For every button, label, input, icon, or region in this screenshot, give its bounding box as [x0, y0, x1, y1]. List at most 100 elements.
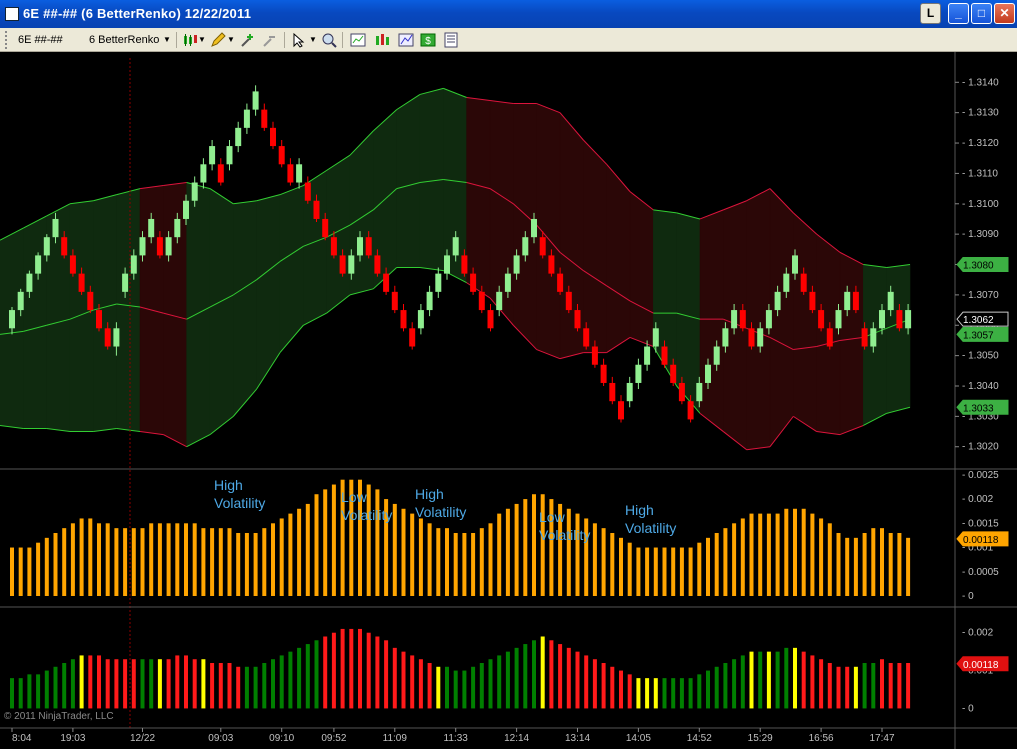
volatility-bar: [471, 533, 476, 596]
volatility-bar: [123, 528, 128, 596]
volatility-annotation: High: [625, 502, 654, 518]
candle-up: [26, 273, 33, 292]
candle-down: [287, 164, 294, 183]
dropdown-icon[interactable]: ▼: [309, 31, 317, 49]
oscillator-bar: [584, 655, 589, 709]
candle-up: [644, 346, 651, 365]
chart-properties-icon[interactable]: [350, 32, 366, 48]
dropdown-icon[interactable]: ▼: [198, 31, 206, 49]
volatility-bar: [775, 513, 780, 596]
volatility-annotation: Volatility: [341, 507, 392, 523]
oscillator-bar: [645, 678, 650, 709]
close-button[interactable]: ✕: [994, 3, 1015, 24]
dropdown-icon[interactable]: ▼: [163, 31, 171, 49]
oscillator-bar: [375, 636, 380, 709]
volatility-bar: [653, 547, 658, 596]
copyright-text: © 2011 NinjaTrader, LLC: [4, 711, 114, 722]
volatility-annotation: Volatility: [214, 495, 265, 511]
oscillator-bar: [671, 678, 676, 709]
instruments-icon[interactable]: [374, 32, 390, 48]
band-fill-segment: [69, 200, 94, 432]
volatility-bar: [714, 533, 719, 596]
price-tick-label: - 1.3090: [962, 229, 999, 240]
volatility-bar: [331, 484, 336, 596]
link-button[interactable]: L: [920, 3, 941, 24]
candle-down: [574, 310, 581, 329]
candle-up: [348, 255, 355, 274]
volatility-bar: [279, 518, 284, 596]
price-tick-label: - 1.3070: [962, 290, 999, 301]
oscillator-bar: [288, 651, 293, 709]
candle-down: [330, 237, 337, 256]
minimize-button[interactable]: _: [948, 3, 969, 24]
volatility-bar: [662, 547, 667, 596]
data-box-icon[interactable]: [443, 32, 459, 48]
volatility-bar: [227, 528, 232, 596]
volatility-bar: [262, 528, 267, 596]
oscillator-bar: [236, 666, 241, 709]
oscillator-bar: [340, 628, 345, 709]
oscillator-bar: [880, 659, 884, 709]
time-tick-label: 14:05: [626, 733, 651, 744]
oscillator-bar: [479, 663, 484, 709]
candle-down: [852, 291, 859, 311]
band-fill-segment: [793, 212, 817, 433]
oscillator-bar: [436, 666, 441, 709]
candle-down: [104, 328, 111, 347]
candlestick-icon[interactable]: [182, 32, 198, 48]
period-selector[interactable]: 6 BetterRenko: [89, 31, 159, 49]
volatility-bar: [514, 503, 519, 596]
chart-lines-icon[interactable]: [398, 32, 414, 48]
oscillator-bar: [244, 666, 249, 709]
candle-down: [261, 109, 268, 128]
pencil-icon[interactable]: [210, 32, 226, 48]
zoom-out-icon[interactable]: [262, 32, 278, 48]
volatility-value-badge-label: 0.00118: [963, 535, 999, 546]
oscillator-bar: [27, 674, 32, 709]
candle-up: [844, 291, 851, 311]
volatility-bar: [418, 518, 423, 596]
chart-panels[interactable]: - 1.3140 - 1.3130 - 1.3120 - 1.3110 - 1.3100…: [0, 52, 1017, 749]
cursor-icon[interactable]: [291, 32, 307, 48]
volatility-bar: [114, 528, 119, 596]
candle-up: [183, 200, 189, 219]
volatility-bar: [79, 518, 84, 596]
band-fill-segment: [279, 185, 304, 354]
magnify-icon[interactable]: [321, 32, 337, 48]
oscillator-bar: [471, 666, 476, 709]
oscillator-bar: [427, 663, 432, 709]
candle-up: [296, 164, 303, 183]
oscillator-bar: [888, 663, 893, 709]
oscillator-bar: [801, 651, 806, 709]
volatility-bar: [732, 523, 737, 596]
candle-up: [757, 328, 764, 347]
volatility-bar: [236, 533, 241, 596]
zoom-in-icon[interactable]: [240, 32, 256, 48]
price-value-badge-label: 1.3080: [963, 261, 994, 272]
candle-down: [304, 182, 311, 201]
instrument-selector[interactable]: 6E ##-##: [18, 31, 63, 49]
dollar-icon[interactable]: $: [420, 32, 436, 48]
maximize-button[interactable]: □: [971, 3, 992, 24]
candle-down: [548, 255, 555, 274]
time-tick-label: 12/22: [130, 733, 155, 744]
volatility-bar: [862, 533, 867, 596]
candle-up: [148, 218, 155, 238]
dropdown-icon[interactable]: ▼: [227, 31, 235, 49]
volatility-bar: [18, 547, 23, 596]
toolbar-separator: [342, 32, 343, 48]
time-tick-label: 11:09: [383, 733, 408, 744]
oscillator-bar: [297, 647, 302, 709]
time-tick-label: 09:03: [208, 733, 233, 744]
candle-down: [591, 346, 598, 365]
volatility-bar: [479, 528, 484, 596]
candle-up: [870, 328, 877, 347]
candle-down: [487, 310, 494, 329]
volatility-annotation: High: [214, 477, 243, 493]
volatility-bar: [845, 537, 850, 596]
toolbar-separator: [284, 32, 285, 48]
volatility-bar: [305, 503, 310, 596]
volatility-annotation: Volatility: [415, 504, 466, 520]
oscillator-bar: [149, 659, 154, 709]
oscillator-bar: [749, 651, 754, 709]
